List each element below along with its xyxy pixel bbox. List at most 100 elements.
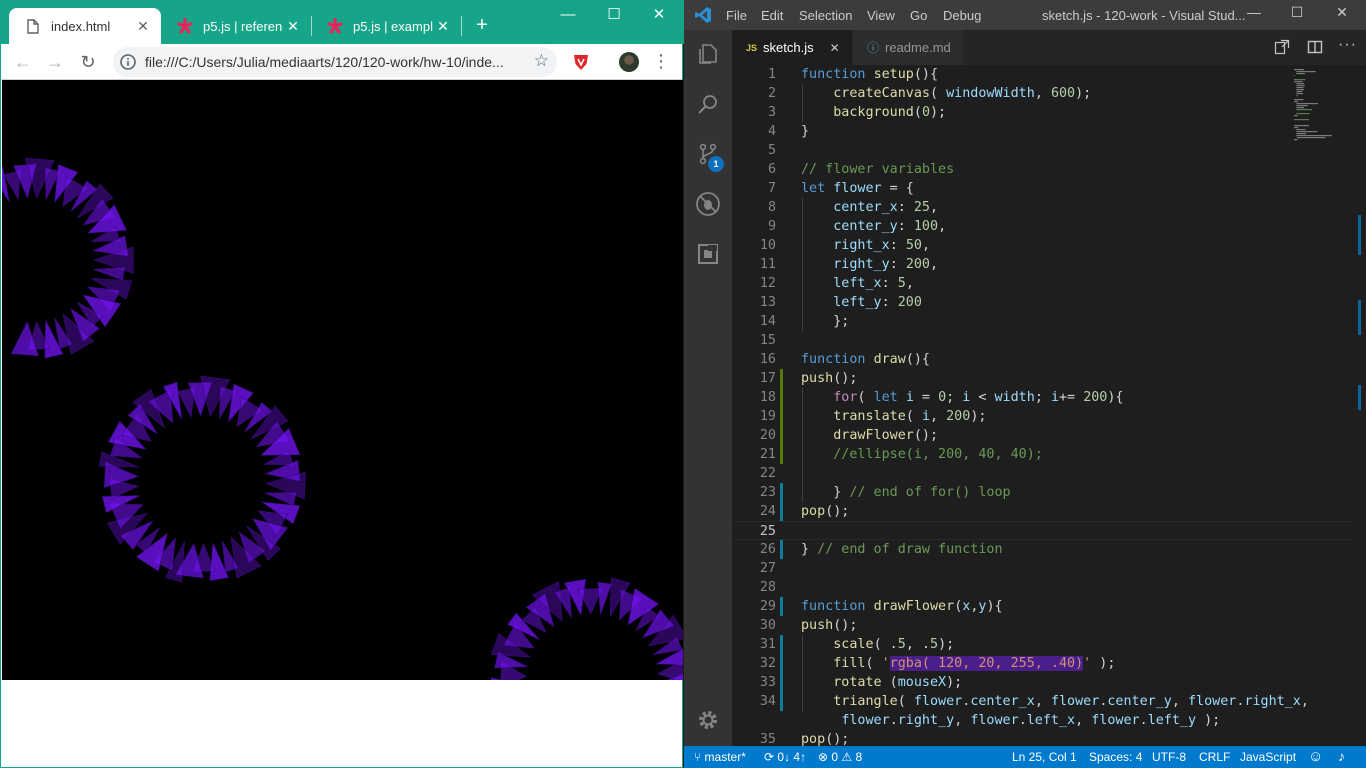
more-actions-icon[interactable]: ··· bbox=[1338, 36, 1357, 54]
explorer-icon[interactable] bbox=[684, 30, 732, 78]
code-editor[interactable]: 1 function setup(){2 createCanvas( window… bbox=[732, 65, 1366, 746]
code-line[interactable]: 16 function draw(){ bbox=[732, 350, 1366, 369]
code-line[interactable]: 18 for( let i = 0; i < width; i+= 200){ bbox=[732, 388, 1366, 407]
code-line[interactable]: 12 left_x: 5, bbox=[732, 274, 1366, 293]
code-line[interactable]: 25 bbox=[732, 521, 1366, 540]
menu-edit[interactable]: Edit bbox=[761, 8, 783, 23]
extensions-icon[interactable] bbox=[684, 230, 732, 278]
minimize-button[interactable]: — bbox=[1234, 4, 1274, 26]
browser-menu-icon[interactable]: ⋮ bbox=[651, 50, 671, 74]
code-text: } // end of draw function bbox=[801, 542, 1003, 557]
code-line[interactable]: 3 background(0); bbox=[732, 103, 1366, 122]
code-line[interactable]: 9 center_y: 100, bbox=[732, 217, 1366, 236]
line-number: 33 bbox=[759, 675, 776, 690]
code-line[interactable]: 32 fill( 'rgba( 120, 20, 255, .40)' ); bbox=[732, 654, 1366, 673]
menu-file[interactable]: File bbox=[726, 8, 747, 23]
code-line[interactable]: 24 pop(); bbox=[732, 502, 1366, 521]
code-line[interactable]: 26} // end of draw function bbox=[732, 540, 1366, 559]
menu-selection[interactable]: Selection bbox=[799, 8, 852, 23]
language-mode[interactable]: JavaScript bbox=[1240, 750, 1296, 764]
tab-index-html[interactable]: index.html ✕ bbox=[9, 8, 161, 44]
tab-p5-reference[interactable]: p5.js | reference ✕ bbox=[161, 8, 311, 44]
minimap-line bbox=[1296, 103, 1318, 105]
close-tab-icon[interactable]: ✕ bbox=[830, 41, 840, 55]
info-icon[interactable] bbox=[119, 53, 137, 71]
settings-gear-icon[interactable] bbox=[684, 696, 732, 744]
code-line[interactable]: 22 bbox=[732, 464, 1366, 483]
feedback-smiley-icon[interactable]: ☺ bbox=[1308, 748, 1323, 765]
debug-icon[interactable] bbox=[684, 180, 732, 228]
new-tab-button[interactable]: + bbox=[471, 14, 493, 36]
code-line[interactable]: 7 let flower = { bbox=[732, 179, 1366, 198]
indentation[interactable]: Spaces: 4 bbox=[1089, 750, 1142, 764]
bookmark-star-icon[interactable]: ☆ bbox=[534, 51, 549, 71]
source-control-icon[interactable]: 1 bbox=[684, 130, 732, 178]
editor-scrollbar[interactable] bbox=[1352, 65, 1366, 746]
tab-sketch-js[interactable]: JS sketch.js ✕ bbox=[732, 30, 852, 65]
code-line[interactable]: 19 translate( i, 200); bbox=[732, 407, 1366, 426]
close-tab-icon[interactable]: ✕ bbox=[433, 18, 453, 35]
open-preview-icon[interactable] bbox=[1274, 39, 1290, 60]
code-line[interactable]: 11 right_y: 200, bbox=[732, 255, 1366, 274]
git-change-marker bbox=[780, 483, 783, 502]
back-button[interactable]: ← bbox=[11, 50, 35, 74]
notifications-bell-icon[interactable]: ♪ bbox=[1338, 748, 1345, 764]
close-window-button[interactable]: ✕ bbox=[636, 4, 682, 26]
code-line[interactable]: 29 function drawFlower(x,y){ bbox=[732, 597, 1366, 616]
code-line[interactable]: 5 bbox=[732, 141, 1366, 160]
close-tab-icon[interactable]: ✕ bbox=[283, 18, 303, 35]
menu-view[interactable]: View bbox=[867, 8, 895, 23]
close-window-button[interactable]: ✕ bbox=[1322, 4, 1362, 26]
code-line[interactable]: 20 drawFlower(); bbox=[732, 426, 1366, 445]
code-line[interactable]: 27 bbox=[732, 559, 1366, 578]
tab-title: p5.js | examples bbox=[353, 18, 433, 34]
code-line[interactable]: 10 right_x: 50, bbox=[732, 236, 1366, 255]
tab-p5-examples[interactable]: p5.js | examples ✕ bbox=[311, 8, 461, 44]
code-line[interactable]: 8 center_x: 25, bbox=[732, 198, 1366, 217]
code-line[interactable]: 34 triangle( flower.center_x, flower.cen… bbox=[732, 692, 1366, 711]
code-line[interactable]: 2 createCanvas( windowWidth, 600); bbox=[732, 84, 1366, 103]
code-line[interactable]: 33 rotate (mouseX); bbox=[732, 673, 1366, 692]
code-line[interactable]: 4} bbox=[732, 122, 1366, 141]
code-line[interactable]: 30 push(); bbox=[732, 616, 1366, 635]
cursor-position[interactable]: Ln 25, Col 1 bbox=[1012, 750, 1077, 764]
minimap-line bbox=[1296, 89, 1305, 91]
code-line[interactable]: 15 bbox=[732, 331, 1366, 350]
sync-status[interactable]: ⟳ 0↓ 4↑ bbox=[764, 750, 806, 764]
maximize-button[interactable]: ☐ bbox=[591, 4, 637, 26]
p5-canvas[interactable] bbox=[2, 80, 683, 680]
profile-avatar[interactable] bbox=[619, 52, 639, 72]
menu-debug[interactable]: Debug bbox=[943, 8, 981, 23]
line-number: 32 bbox=[759, 656, 776, 671]
reload-button[interactable]: ↻ bbox=[76, 50, 100, 74]
forward-button[interactable]: → bbox=[43, 50, 67, 74]
line-number: 3 bbox=[767, 105, 776, 120]
line-number: 4 bbox=[767, 124, 776, 139]
encoding[interactable]: UTF-8 bbox=[1152, 750, 1186, 764]
address-bar[interactable]: file:///C:/Users/Julia/mediaarts/120/120… bbox=[113, 47, 557, 77]
git-branch[interactable]: ⑂ master* bbox=[694, 750, 746, 764]
code-line[interactable]: 13 left_y: 200 bbox=[732, 293, 1366, 312]
code-line[interactable]: 21 //ellipse(i, 200, 40, 40); bbox=[732, 445, 1366, 464]
code-line[interactable]: 31 scale( .5, .5); bbox=[732, 635, 1366, 654]
search-icon[interactable] bbox=[684, 80, 732, 128]
code-line[interactable]: flower.right_y, flower.left_x, flower.le… bbox=[732, 711, 1366, 730]
menu-go[interactable]: Go bbox=[910, 8, 927, 23]
problems-status[interactable]: ⊗ 0 ⚠ 8 bbox=[818, 750, 862, 764]
shield-extension-icon[interactable] bbox=[571, 52, 591, 72]
line-number: 22 bbox=[759, 466, 776, 481]
code-line[interactable]: 23 } // end of for() loop bbox=[732, 483, 1366, 502]
code-line[interactable]: 14 }; bbox=[732, 312, 1366, 331]
code-line[interactable]: 35 pop(); bbox=[732, 730, 1366, 746]
code-line[interactable]: 28 bbox=[732, 578, 1366, 597]
tab-readme-md[interactable]: ⓘ readme.md bbox=[853, 30, 963, 65]
code-line[interactable]: 17 push(); bbox=[732, 369, 1366, 388]
minimize-button[interactable]: — bbox=[545, 4, 591, 26]
code-line[interactable]: 6 // flower variables bbox=[732, 160, 1366, 179]
line-ending[interactable]: CRLF bbox=[1199, 750, 1230, 764]
split-editor-icon[interactable] bbox=[1307, 39, 1323, 60]
minimap[interactable] bbox=[1292, 65, 1352, 165]
code-line[interactable]: 1 function setup(){ bbox=[732, 65, 1366, 84]
close-tab-icon[interactable]: ✕ bbox=[133, 18, 153, 35]
maximize-button[interactable]: ☐ bbox=[1277, 4, 1317, 26]
